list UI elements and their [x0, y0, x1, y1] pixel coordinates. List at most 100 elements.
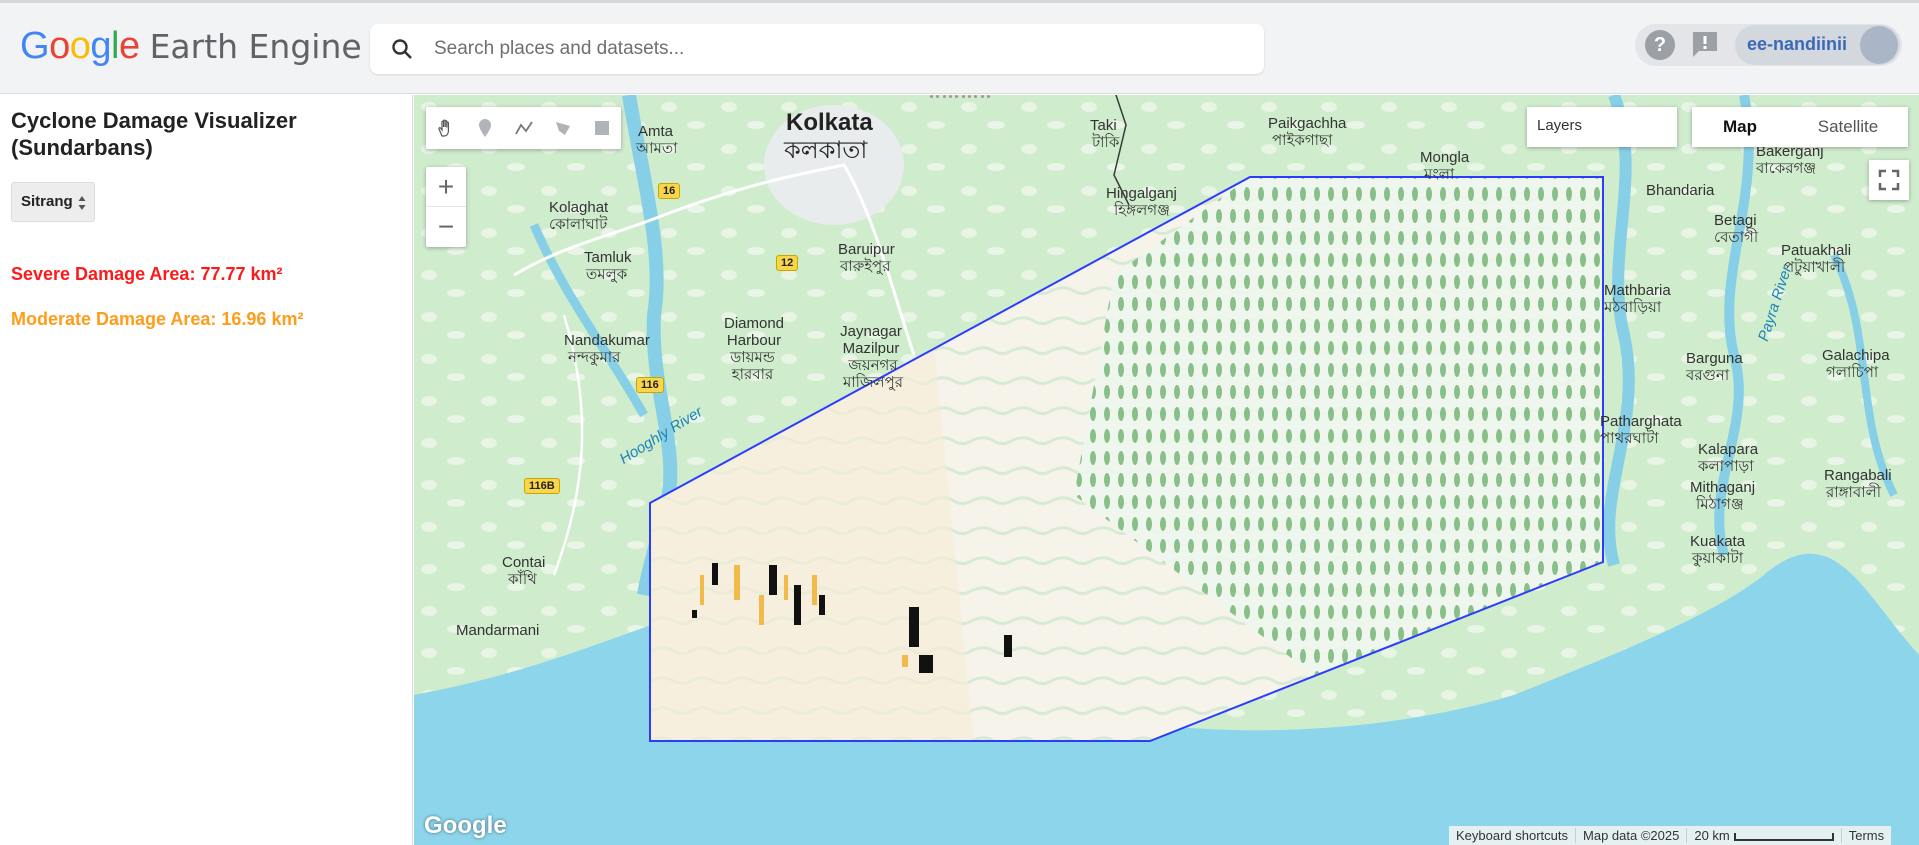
map-attribution: Keyboard shortcuts Map data ©2025 20 km …: [1449, 826, 1892, 845]
map-label-kuakata-bn: কুয়াকাটা: [1692, 550, 1744, 567]
map-label-hingalganj: Hingalganj: [1106, 185, 1177, 202]
road-shield-116: 116: [636, 377, 664, 393]
google-logo-letter: g: [90, 25, 111, 67]
terms-link[interactable]: Terms: [1842, 828, 1891, 843]
line-icon[interactable]: [504, 107, 543, 149]
map-type-satellite-button[interactable]: Satellite: [1788, 107, 1908, 147]
search-bar[interactable]: [370, 24, 1264, 74]
map-label-tamluk-bn: তমলুক: [586, 266, 628, 283]
pan-hand-icon[interactable]: [426, 107, 465, 149]
polygon-icon[interactable]: [543, 107, 582, 149]
map-label-galachipa-bn: গলাচিপা: [1826, 364, 1879, 381]
fullscreen-button[interactable]: [1869, 160, 1909, 200]
map-label-kolaghat-bn: কোলাঘাট: [549, 216, 608, 233]
map-type-control: Map Satellite: [1692, 107, 1908, 147]
layers-button[interactable]: Layers: [1527, 107, 1677, 147]
map-label-barguna: Barguna: [1686, 350, 1743, 367]
search-icon: [392, 39, 412, 59]
map-label-paikgachha-bn: পাইকগাছা: [1272, 132, 1333, 149]
map-label-patharghata-bn: পাথরঘাটা: [1600, 430, 1659, 447]
google-logo-letter: o: [49, 25, 70, 67]
map-label-nandakumar-bn: নন্দকুমার: [568, 349, 621, 366]
scale-label: 20 km: [1694, 828, 1730, 843]
map-label-bakerganj-bn: বাকেরগঞ্জ: [1756, 160, 1817, 177]
account-username[interactable]: ee-nandiinii: [1747, 34, 1847, 55]
map-label-tamluk: Tamluk: [584, 249, 632, 266]
map-label-kolkata-bn: কলকাতা: [784, 137, 868, 164]
cyclone-select[interactable]: Sitrang: [11, 182, 95, 222]
map-label-diamond-harbour-bn: ডায়মন্ড হারবার: [730, 349, 775, 383]
map-label-patharghata: Patharghata: [1600, 413, 1682, 430]
scale-indicator[interactable]: 20 km: [1687, 828, 1842, 843]
fullscreen-icon: [1878, 169, 1900, 191]
map-label-mathbaria-bn: মঠবাড়িয়া: [1604, 299, 1662, 316]
map-label-kalapara: Kalapara: [1698, 441, 1759, 458]
map-label-kuakata: Kuakata: [1690, 533, 1746, 550]
map-label-barguna-bn: বরগুনা: [1686, 367, 1730, 384]
road-shield-116b: 116B: [524, 478, 560, 494]
earth-engine-logo[interactable]: Google Earth Engine: [20, 25, 362, 69]
map-label-kalapara-bn: কলাপাড়া: [1698, 458, 1754, 475]
google-map-logo: Google: [424, 812, 507, 839]
map-label-paikgachha: Paikgachha: [1268, 115, 1347, 132]
map-label-mithaganj: Mithaganj: [1690, 479, 1756, 496]
map-label-diamond-harbour: Diamond Harbour: [723, 315, 785, 349]
map-label-taki: Taki: [1090, 117, 1117, 134]
avatar[interactable]: [1860, 26, 1898, 64]
app-title: Cyclone Damage Visualizer (Sundarbans): [11, 108, 297, 160]
map-label-kolkata: Kolkata: [786, 109, 873, 136]
map-label-mithaganj-bn: মিঠাগঞ্জ: [1696, 496, 1744, 513]
map-label-contai-bn: কাঁথি: [508, 571, 537, 588]
help-icon[interactable]: ?: [1645, 30, 1675, 60]
map-label-bhandaria: Bhandaria: [1646, 182, 1715, 199]
map-label-contai: Contai: [502, 554, 546, 571]
map-label-mandarmani: Mandarmani: [456, 622, 540, 639]
zoom-in-button[interactable]: +: [426, 167, 466, 207]
map-label-amta-bn: আমতা: [636, 140, 678, 157]
top-bar: Google Earth Engine ? ee-nandiinii: [0, 0, 1919, 94]
map-label-amta: Amta: [638, 123, 674, 140]
severe-damage-label: Severe Damage Area: 77.77 km²: [11, 264, 283, 284]
scale-bar: [1733, 832, 1834, 841]
cyclone-select-value: Sitrang: [21, 193, 73, 210]
map-label-baruipur: Baruipur: [838, 241, 895, 258]
map-label-rangabali: Rangabali: [1824, 467, 1892, 484]
map-label-mongla-bn: মংলা: [1424, 166, 1455, 183]
product-name: Earth Engine: [149, 27, 362, 66]
google-logo-letter: G: [20, 25, 50, 67]
feedback-icon[interactable]: [1690, 29, 1720, 59]
map-type-map-button[interactable]: Map: [1692, 107, 1788, 147]
google-logo-letter: l: [110, 25, 119, 67]
marker-icon[interactable]: [465, 107, 504, 149]
map-canvas[interactable]: Kolkata কলকাতা Amta আমতা Kolaghat কোলাঘা…: [414, 95, 1919, 845]
map-label-jaynagar: Jaynagar Mazilpur: [840, 323, 902, 357]
search-input[interactable]: [434, 38, 1254, 60]
map-label-galachipa: Galachipa: [1822, 347, 1890, 364]
map-label-betagi-bn: বেতাগী: [1714, 229, 1759, 246]
google-logo-letter: o: [69, 25, 91, 67]
drawing-toolbar: [426, 107, 621, 149]
zoom-out-button[interactable]: −: [426, 207, 466, 247]
map-label-mongla: Mongla: [1420, 149, 1470, 166]
keyboard-shortcuts-link[interactable]: Keyboard shortcuts: [1449, 828, 1577, 843]
app-panel: Cyclone Damage Visualizer (Sundarbans) S…: [0, 95, 413, 845]
map-data-credit: Map data ©2025: [1576, 828, 1688, 843]
map-label-hingalganj-bn: হিঙ্গলগঞ্জ: [1114, 202, 1170, 219]
panel-resize-handle[interactable]: [930, 95, 990, 101]
rectangle-icon[interactable]: [582, 107, 621, 149]
select-arrows-icon: [78, 196, 86, 210]
map-label-betagi: Betagi: [1714, 212, 1757, 229]
map-label-mathbaria: Mathbaria: [1604, 282, 1671, 299]
map-label-patuakhali: Patuakhali: [1781, 242, 1852, 259]
map-label-jaynagar-bn: জয়নগর মাজিলপুর: [843, 357, 903, 391]
google-logo-letter: e: [118, 25, 140, 67]
map-label-nandakumar: Nandakumar: [564, 332, 650, 349]
road-shield-16: 16: [658, 183, 681, 199]
zoom-control: + −: [426, 167, 466, 247]
map-label-baruipur-bn: বারুইপুর: [840, 258, 891, 275]
road-shield-12: 12: [776, 255, 799, 271]
map-label-kolaghat: Kolaghat: [549, 199, 609, 216]
moderate-damage-label: Moderate Damage Area: 16.96 km²: [11, 309, 304, 329]
map-label-rangabali-bn: রাঙ্গাবালী: [1826, 484, 1882, 501]
map-label-taki-bn: টাকি: [1092, 134, 1120, 151]
